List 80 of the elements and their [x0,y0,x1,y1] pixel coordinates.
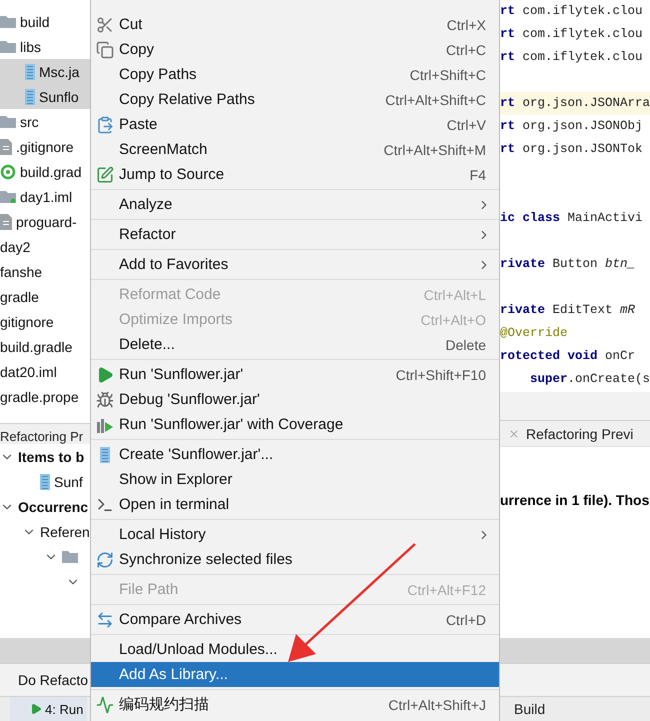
menu-item[interactable]: Create 'Sunflower.jar'... [91,442,499,467]
code-line: rt com.iflytek.clou [500,49,644,66]
gradle-icon [0,164,16,180]
jar-icon [25,64,35,80]
code-line: rivate EditText mR [500,302,636,319]
tree-row[interactable]: Sunflo [0,84,90,109]
paste-icon [96,116,114,134]
menu-item[interactable]: Cut Ctrl+X [91,12,499,37]
tree-row[interactable]: proguard- [0,209,90,234]
tree-row[interactable]: dat20.iml [0,359,90,384]
arrows-icon [96,610,114,628]
folder-icon [0,15,16,28]
tree-row[interactable]: Occurrenc [0,494,90,519]
code-line: rt org.json.JSONObj [500,118,644,135]
chart-icon [96,696,114,714]
scissors-icon [96,16,114,34]
folder-icon [0,40,16,53]
menu-item[interactable]: Refactor [91,222,499,247]
menu-item[interactable]: Open in terminal [91,492,499,517]
tree-row[interactable]: build.gradle [0,334,90,359]
menu-item[interactable]: Compare Archives Ctrl+D [91,607,499,632]
build-tab[interactable]: Build [514,701,546,717]
menu-item[interactable]: Synchronize selected files [91,547,499,572]
copy-icon [96,40,114,58]
run-tab[interactable]: 4: Run [10,697,88,721]
code-line: rotected void onCr [500,348,636,365]
code-line: @Override [500,325,569,342]
menu-item[interactable]: Copy Ctrl+C [91,37,499,62]
tree-row[interactable]: day2 [0,234,90,259]
menu-item[interactable]: 编码规约扫描 Ctrl+Alt+Shift+J [91,692,499,717]
bug-icon [96,390,114,408]
code-line: super.onCreate(s [529,371,650,388]
code-line: rt com.iflytek.clou [500,26,644,43]
menu-item[interactable]: Add As Library... [91,662,499,687]
tree-row[interactable]: Sunf [0,469,90,494]
menu-item[interactable]: Add to Favorites [91,252,499,277]
tree-row[interactable]: build.grad [0,159,90,184]
panel-title[interactable]: Refactoring Pr [0,429,84,444]
code-line: ic class MainActivi [500,210,644,227]
menu-item[interactable]: Run 'Sunflower.jar' with Coverage [91,412,499,437]
menu-item[interactable]: Show in Explorer [91,467,499,492]
folder-icon [0,115,16,128]
menu-item[interactable]: Delete... Delete [91,332,499,357]
tree-row[interactable]: Referen [0,519,90,544]
panel-tab[interactable]: Refactoring Previ [526,426,634,442]
tree-row[interactable]: fanshe [0,259,90,284]
menu-item[interactable]: Run 'Sunflower.jar' Ctrl+Shift+F10 [91,362,499,387]
tree-row[interactable]: build [0,9,90,34]
jar-icon [100,446,110,462]
menu-item[interactable]: Local History [91,522,499,547]
menu-item[interactable]: Paste Ctrl+V [91,112,499,137]
play-icon [96,366,114,384]
tree-row[interactable]: .gitignore [0,134,90,159]
code-line: rt com.iflytek.clou [500,3,644,20]
tree-row[interactable]: day1.iml [0,184,90,209]
menu-item[interactable]: Analyze [91,192,499,217]
code-line: rt org.json.JSONTok [500,141,644,158]
folder-icon [62,550,78,563]
tree-row[interactable]: gradle.prope [0,384,90,409]
menu-item[interactable]: ScreenMatch Ctrl+Alt+Shift+M [91,137,499,162]
jar-icon [25,88,35,104]
code-line: rivate Button btn_ [500,256,636,273]
jar-icon [40,474,50,490]
tree-row[interactable]: gradle [0,284,90,309]
menu-item[interactable]: Copy Paths Ctrl+Shift+C [91,62,499,87]
preview-message: urrence in 1 file). Thos [500,492,650,508]
pencil-icon [96,166,114,184]
tree-row[interactable]: src [0,109,90,134]
menu-item[interactable]: Jump to Source F4 [91,162,499,187]
do-refactor-button[interactable]: Do Refacto [0,670,88,690]
tree-row[interactable]: libs [0,34,90,59]
tree-row[interactable]: Msc.ja [0,59,90,84]
folder-icon [0,190,16,203]
sync-icon [96,550,114,568]
play-icon [30,703,42,715]
tree-row[interactable]: gitignore [0,309,90,334]
menu-item[interactable]: Copy Relative Paths Ctrl+Alt+Shift+C [91,87,499,112]
menu-item[interactable]: Load/Unload Modules... [91,637,499,662]
tree-row[interactable]: Items to b [0,444,90,469]
menu-item[interactable]: Debug 'Sunflower.jar' [91,387,499,412]
